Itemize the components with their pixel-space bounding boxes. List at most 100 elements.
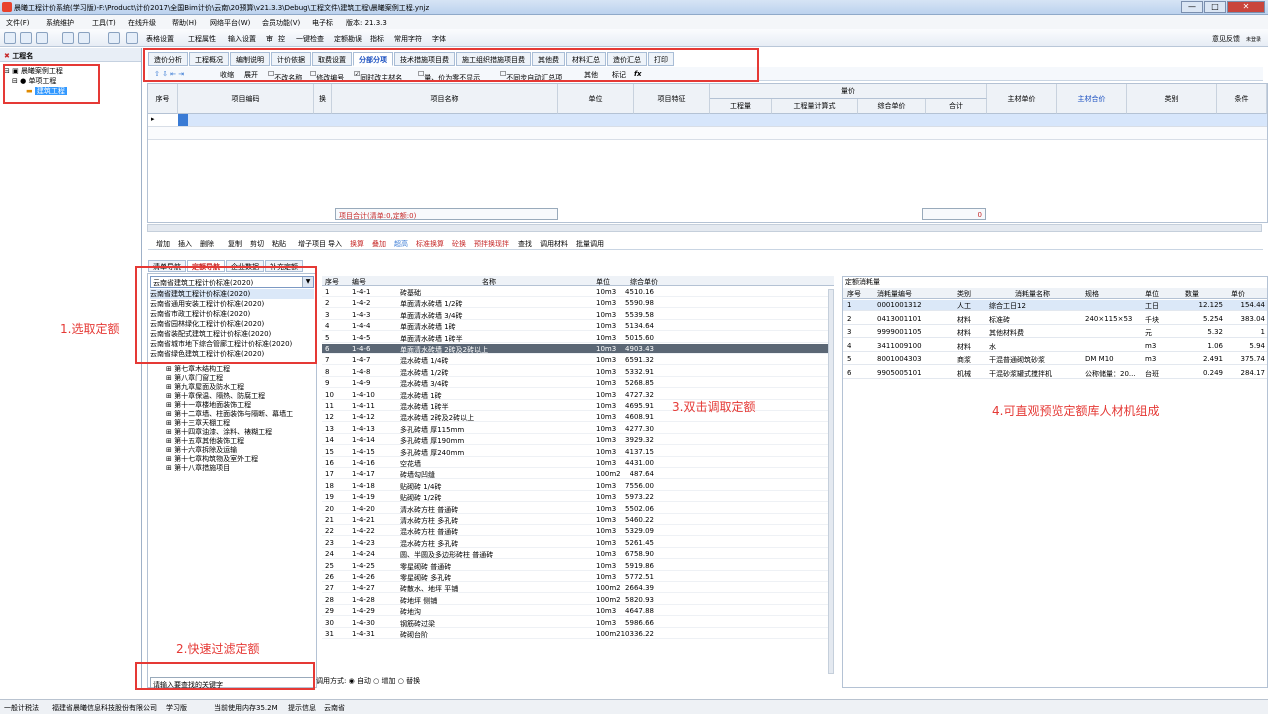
op-overheight[interactable]: 超高 <box>394 239 408 249</box>
quota-row[interactable]: 19 1-4-19 贴砌砖 1/2砖 10m3 5973.22 <box>322 492 834 503</box>
delete-icon[interactable]: ✖ <box>4 52 10 60</box>
quota-row[interactable]: 12 1-4-12 混水砖墙 2砖及2砖以上 10m3 4608.91 <box>322 412 834 423</box>
resource-row[interactable]: 3 9999001105 材料 其他材料费 元 5.32 1 <box>843 327 1267 338</box>
minimize-button[interactable]: — <box>1181 1 1203 13</box>
op-insert[interactable]: 插入 <box>178 239 192 249</box>
quota-row[interactable]: 8 1-4-8 混水砖墙 1/2砖 10m3 5332.91 <box>322 367 834 377</box>
mode-add-radio[interactable]: ○ 增加 <box>373 677 395 685</box>
quota-row[interactable]: 16 1-4-16 空花墙 10m3 4431.00 <box>322 458 834 468</box>
quota-row[interactable]: 30 1-4-30 钢筋砖过梁 10m3 5986.66 <box>322 618 834 628</box>
op-stack[interactable]: 叠加 <box>372 239 386 249</box>
quota-row[interactable]: 31 1-4-31 砖砌台阶 100m2 10336.22 <box>322 629 834 639</box>
toolbar-common-chars[interactable]: 常用字符 <box>394 34 422 44</box>
feedback-link[interactable]: 意见反馈 <box>1212 34 1240 44</box>
quota-row[interactable]: 22 1-4-22 混水砖方柱 普通砖 10m3 5329.09 <box>322 526 834 537</box>
menu-tools[interactable]: 工具(T) <box>92 18 116 28</box>
op-add[interactable]: 增加 <box>156 239 170 249</box>
quota-row[interactable]: 9 1-4-9 混水砖墙 3/4砖 10m3 5268.85 <box>322 378 834 389</box>
op-premix-convert[interactable]: 预拌换现拌 <box>474 239 509 249</box>
quota-row[interactable]: 4 1-4-4 单面清水砖墙 1砖 10m3 5134.64 <box>322 321 834 332</box>
quota-row[interactable]: 11 1-4-11 混水砖墙 1砖半 10m3 4695.91 <box>322 401 834 411</box>
quota-row[interactable]: 29 1-4-29 砖地沟 10m3 4647.88 <box>322 606 834 617</box>
horizontal-scrollbar[interactable] <box>147 224 1262 232</box>
menu-member[interactable]: 会员功能(V) <box>262 18 300 28</box>
chapter-item[interactable]: ⊞ 第九章屋面及防水工程 <box>166 382 293 391</box>
toolbar-project-props[interactable]: 工程属性 <box>188 34 216 44</box>
op-delete[interactable]: 删除 <box>200 239 214 249</box>
quota-row[interactable]: 5 1-4-5 单面清水砖墙 1砖半 10m3 5015.60 <box>322 333 834 343</box>
quota-row[interactable]: 1 1-4-1 砖基础 10m3 4510.16 <box>322 287 834 297</box>
chapter-item[interactable]: ⊞ 第十八章措施项目 <box>166 463 293 472</box>
resource-row[interactable]: 1 0001001312 人工 综合工日12 工日 12.125 154.44 <box>843 300 1267 311</box>
menu-file[interactable]: 文件(F) <box>6 18 30 28</box>
toolbar-input-settings[interactable]: 输入设置 <box>228 34 256 44</box>
chapter-item[interactable]: ⊞ 第十六章拆除及运输 <box>166 445 293 454</box>
op-cut[interactable]: 剪切 <box>250 239 264 249</box>
quota-row[interactable]: 25 1-4-25 零星砌砖 普通砖 10m3 5919.86 <box>322 561 834 571</box>
resource-row[interactable]: 5 8001004303 商浆 干混普通砌筑砂浆 DM M10 m3 2.491 375.74 <box>843 354 1267 365</box>
resource-row[interactable]: 6 9905005101 机械 干混砂浆罐式搅拌机 公称储量：20... 台班 0.249 2… <box>843 368 1267 379</box>
open-folder-icon[interactable] <box>20 32 32 44</box>
chapter-item[interactable]: ⊞ 第十七章构筑物及室外工程 <box>166 454 293 463</box>
op-std-convert[interactable]: 标准换算 <box>416 239 444 249</box>
toolbar-table-settings[interactable]: 表格设置 <box>146 34 174 44</box>
quota-row[interactable]: 6 1-4-6 单面清水砖墙 2砖及2砖以上 10m3 4903.43 <box>322 344 834 354</box>
quota-row[interactable]: 7 1-4-7 混水砖墙 1/4砖 10m3 6591.32 <box>322 355 834 366</box>
chapter-item[interactable]: ⊞ 第七章木结构工程 <box>166 364 293 373</box>
quota-row[interactable]: 26 1-4-26 零星砌砖 多孔砖 10m3 5772.51 <box>322 572 834 582</box>
quota-row[interactable]: 14 1-4-14 多孔砖墙 厚190mm 10m3 3929.32 <box>322 435 834 446</box>
undo-icon[interactable] <box>62 32 74 44</box>
exit-icon[interactable] <box>126 32 138 44</box>
menu-update[interactable]: 在线升级 <box>128 18 156 28</box>
resource-row[interactable]: 2 0413001101 材料 标准砖 240×115×53 千块 5.254 383.04 <box>843 314 1267 325</box>
quota-row[interactable]: 2 1-4-2 单面清水砖墙 1/2砖 10m3 5590.98 <box>322 298 834 309</box>
menu-network[interactable]: 网络平台(W) <box>210 18 250 28</box>
quota-row[interactable]: 13 1-4-13 多孔砖墙 厚115mm 10m3 4277.30 <box>322 424 834 434</box>
save-icon[interactable] <box>36 32 48 44</box>
quota-row[interactable]: 3 1-4-3 单面清水砖墙 3/4砖 10m3 5539.58 <box>322 310 834 320</box>
quota-row[interactable]: 23 1-4-23 混水砖方柱 多孔砖 10m3 5261.45 <box>322 538 834 548</box>
op-convert[interactable]: 换算 <box>350 239 364 249</box>
chapter-item[interactable]: ⊞ 第十章保温、隔热、防腐工程 <box>166 391 293 400</box>
calculator-icon[interactable] <box>108 32 120 44</box>
menu-ebid[interactable]: 电子标 <box>312 18 333 28</box>
quota-row[interactable]: 15 1-4-15 多孔砖墙 厚240mm 10m3 4137.15 <box>322 447 834 457</box>
quota-row[interactable]: 27 1-4-27 砖散水、地坪 平铺 100m2 2664.39 <box>322 583 834 594</box>
table-row[interactable]: ▸ <box>148 114 1267 127</box>
user-status[interactable]: 未登录 <box>1246 36 1261 43</box>
redo-icon[interactable] <box>78 32 90 44</box>
quota-row[interactable]: 21 1-4-21 清水砖方柱 多孔砖 10m3 5460.22 <box>322 515 834 525</box>
menu-system[interactable]: 系统维护 <box>46 18 74 28</box>
quota-row[interactable]: 17 1-4-17 砖墙勾凹缝 100m2 487.64 <box>322 469 834 480</box>
quota-row[interactable]: 10 1-4-10 混水砖墙 1砖 10m3 4727.32 <box>322 390 834 400</box>
quota-row[interactable]: 24 1-4-24 圆、半圆及多边形砖柱 普通砖 10m3 6758.90 <box>322 549 834 560</box>
toolbar-review[interactable]: 审 <box>266 34 273 44</box>
quota-row[interactable]: 28 1-4-28 砖地坪 侧铺 100m2 5820.93 <box>322 595 834 605</box>
toolbar-quota-errata[interactable]: 定额勘误 <box>334 34 362 44</box>
op-batch-call[interactable]: 批量调用 <box>576 239 604 249</box>
op-paste[interactable]: 粘贴 <box>272 239 286 249</box>
quota-list-scrollbar[interactable] <box>828 289 834 674</box>
toolbar-onekey-check[interactable]: 一键检查 <box>296 34 324 44</box>
chapter-item[interactable]: ⊞ 第十四章油漆、涂料、裱糊工程 <box>166 427 293 436</box>
menu-help[interactable]: 帮助(H) <box>172 18 197 28</box>
row-selector[interactable] <box>178 114 188 126</box>
new-file-icon[interactable] <box>4 32 16 44</box>
toolbar-index[interactable]: 指标 <box>370 34 384 44</box>
toolbar-control[interactable]: 控 <box>278 34 285 44</box>
chapter-item[interactable]: ⊞ 第八章门窗工程 <box>166 373 293 382</box>
quota-row[interactable]: 18 1-4-18 贴砌砖 1/4砖 10m3 7556.00 <box>322 481 834 491</box>
op-call-material[interactable]: 调用材料 <box>540 239 568 249</box>
resource-row[interactable]: 4 3411009100 材料 水 m3 1.06 5.94 <box>843 341 1267 352</box>
chapter-item[interactable]: ⊞ 第十五章其他装饰工程 <box>166 436 293 445</box>
chapter-item[interactable]: ⊞ 第十一章楼地面装饰工程 <box>166 400 293 409</box>
mode-replace-radio[interactable]: ○ 替换 <box>398 677 420 685</box>
maximize-button[interactable]: □ <box>1204 1 1226 13</box>
mode-auto-radio[interactable]: ◉ 自动 <box>349 677 371 685</box>
toolbar-font[interactable]: 字体 <box>432 34 446 44</box>
op-import[interactable]: 导入 <box>328 239 342 249</box>
quota-row[interactable]: 20 1-4-20 清水砖方柱 普通砖 10m3 5502.06 <box>322 504 834 514</box>
op-copy[interactable]: 复制 <box>228 239 242 249</box>
chapter-item[interactable]: ⊞ 第十三章天棚工程 <box>166 418 293 427</box>
op-concrete-convert[interactable]: 砼换 <box>452 239 466 249</box>
